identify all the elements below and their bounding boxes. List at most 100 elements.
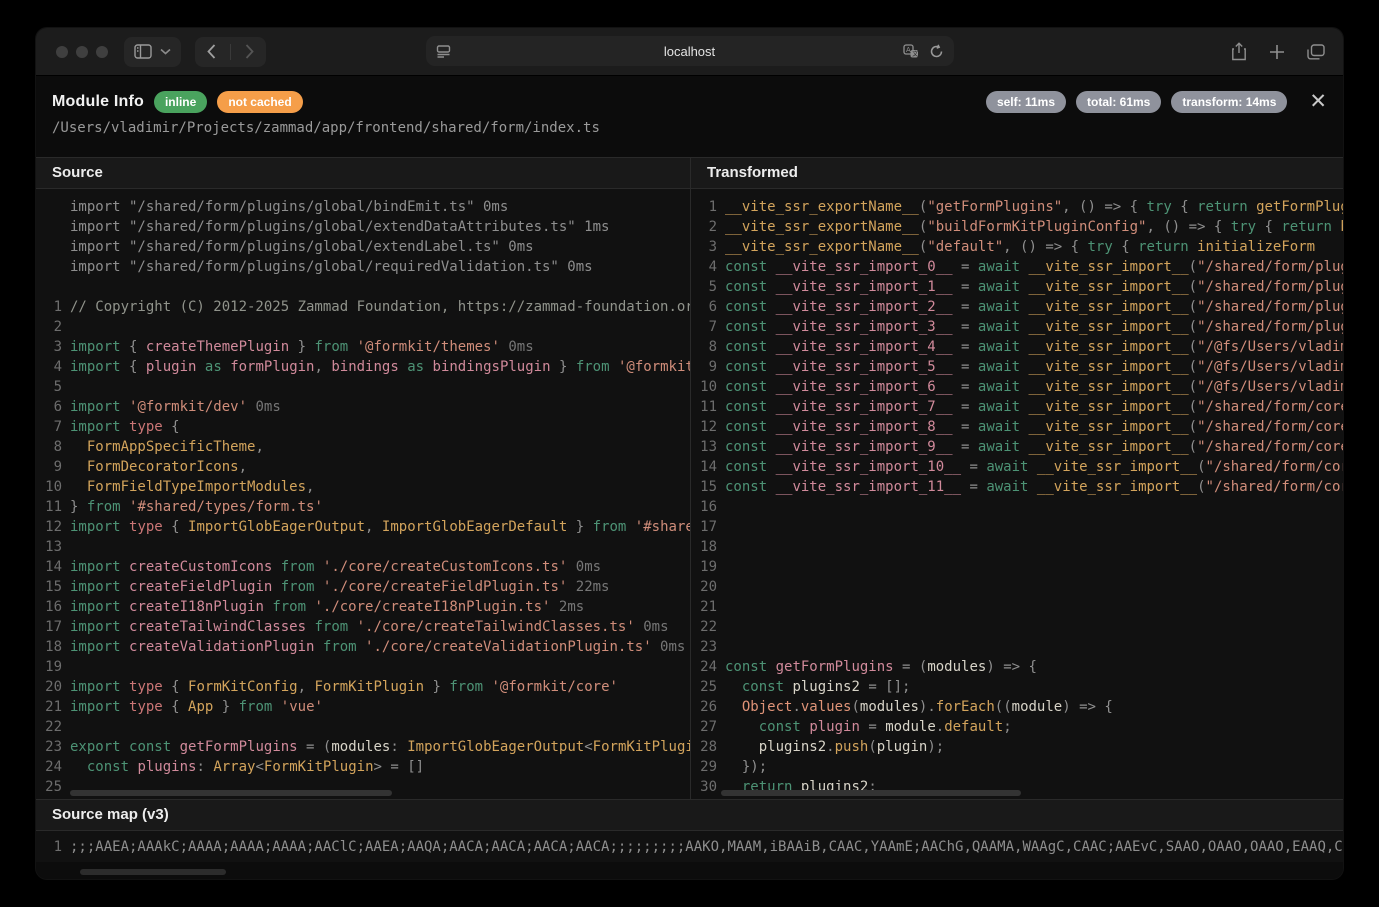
code-line: 1// Copyright (C) 2012-2025 Zammad Found…: [36, 297, 690, 317]
code-line: 22: [36, 717, 690, 737]
back-button[interactable]: [207, 44, 216, 59]
code-line: 15import createFieldPlugin from './core/…: [36, 577, 690, 597]
reload-icon[interactable]: [929, 44, 944, 59]
code-line: 3import { createThemePlugin } from '@for…: [36, 337, 690, 357]
sidebar-icon[interactable]: [134, 44, 152, 59]
source-hscrollbar[interactable]: [70, 790, 392, 796]
timing-badge: transform: 14ms: [1171, 91, 1287, 113]
code-line: 20import type { FormKitConfig, FormKitPl…: [36, 677, 690, 697]
sourcemap-title: Source map (v3): [36, 799, 1343, 831]
page-title: Module Info: [52, 93, 144, 111]
code-line: 16: [691, 497, 1343, 517]
code-line: 25 const plugins2 = [];: [691, 677, 1343, 697]
nav-divider: [230, 44, 231, 60]
source-code-area: import "/shared/form/plugins/global/bind…: [36, 189, 690, 799]
timing-badge: self: 11ms: [986, 91, 1066, 113]
status-badge: not cached: [217, 91, 302, 113]
code-line: 2__vite_ssr_exportName__("buildFormKitPl…: [691, 217, 1343, 237]
source-panel-title: Source: [36, 158, 690, 189]
source-panel: Source import "/shared/form/plugins/glob…: [36, 158, 690, 799]
code-line: import "/shared/form/plugins/global/bind…: [36, 197, 690, 217]
code-line: 8 FormAppSpecificTheme,: [36, 437, 690, 457]
code-line: 21: [691, 597, 1343, 617]
code-line: 19: [36, 657, 690, 677]
sourcemap-line-number: 1: [36, 837, 70, 857]
code-line: 8const __vite_ssr_import_4__ = await __v…: [691, 337, 1343, 357]
code-line: 7const __vite_ssr_import_3__ = await __v…: [691, 317, 1343, 337]
code-line: 14const __vite_ssr_import_10__ = await _…: [691, 457, 1343, 477]
browser-window: localhost A 文: [36, 28, 1343, 879]
module-badges: inline not cached: [144, 93, 303, 111]
close-icon[interactable]: ✕: [1309, 91, 1327, 112]
page-hscrollbar[interactable]: [80, 869, 226, 875]
forward-button[interactable]: [245, 44, 254, 59]
code-line: 12import type { ImportGlobEagerOutput, I…: [36, 517, 690, 537]
share-icon[interactable]: [1231, 42, 1247, 61]
zoom-window-button[interactable]: [96, 46, 108, 58]
url-text[interactable]: localhost: [426, 44, 954, 59]
code-line: import "/shared/form/plugins/global/exte…: [36, 237, 690, 257]
code-line: 18import createValidationPlugin from './…: [36, 637, 690, 657]
traffic-lights: [56, 46, 108, 58]
code-line: 16import createI18nPlugin from './core/c…: [36, 597, 690, 617]
code-line: 28 plugins2.push(plugin);: [691, 737, 1343, 757]
timing-badges: self: 11ms total: 61ms transform: 14ms: [976, 93, 1287, 111]
transformed-code-area: 1__vite_ssr_exportName__("getFormPlugins…: [691, 189, 1343, 799]
code-line: [36, 277, 690, 297]
code-line: 17import createTailwindClasses from './c…: [36, 617, 690, 637]
code-line: 10 FormFieldTypeImportModules,: [36, 477, 690, 497]
code-line: 14import createCustomIcons from './core/…: [36, 557, 690, 577]
close-window-button[interactable]: [56, 46, 68, 58]
code-line: 13const __vite_ssr_import_9__ = await __…: [691, 437, 1343, 457]
code-line: 11const __vite_ssr_import_7__ = await __…: [691, 397, 1343, 417]
code-line: 1__vite_ssr_exportName__("getFormPlugins…: [691, 197, 1343, 217]
transformed-hscrollbar[interactable]: [721, 790, 1021, 796]
window-bottom-strip: [36, 862, 1343, 879]
code-line: import "/shared/form/plugins/global/requ…: [36, 257, 690, 277]
new-tab-icon[interactable]: [1269, 44, 1285, 60]
code-line: 2: [36, 317, 690, 337]
svg-text:文: 文: [912, 50, 918, 58]
tab-overview-icon[interactable]: [1307, 44, 1325, 60]
code-line: 7import type {: [36, 417, 690, 437]
browser-toolbar: localhost A 文: [36, 28, 1343, 76]
sidebar-button-group: [124, 37, 181, 67]
code-panels: Source import "/shared/form/plugins/glob…: [36, 157, 1343, 799]
minimize-window-button[interactable]: [76, 46, 88, 58]
code-line: 24const getFormPlugins = (modules) => {: [691, 657, 1343, 677]
module-info-section: Module Info inline not cached self: 11ms t…: [36, 76, 1343, 157]
timing-badge: total: 61ms: [1076, 91, 1161, 113]
transformed-panel-title: Transformed: [691, 158, 1343, 189]
translate-icon[interactable]: A 文: [903, 44, 919, 58]
code-line: 5const __vite_ssr_import_1__ = await __v…: [691, 277, 1343, 297]
code-line: 10const __vite_ssr_import_6__ = await __…: [691, 377, 1343, 397]
code-line: 4const __vite_ssr_import_0__ = await __v…: [691, 257, 1343, 277]
code-line: 5: [36, 377, 690, 397]
code-line: 19: [691, 557, 1343, 577]
module-path: /Users/vladimir/Projects/zammad/app/fron…: [52, 120, 1327, 136]
address-bar[interactable]: localhost A 文: [426, 36, 954, 66]
code-line: 6const __vite_ssr_import_2__ = await __v…: [691, 297, 1343, 317]
code-line: 12const __vite_ssr_import_8__ = await __…: [691, 417, 1343, 437]
code-line: import "/shared/form/plugins/global/exte…: [36, 217, 690, 237]
code-line: 23export const getFormPlugins = (modules…: [36, 737, 690, 757]
transformed-panel: Transformed 1__vite_ssr_exportName__("ge…: [690, 158, 1343, 799]
svg-text:A: A: [906, 47, 911, 54]
code-line: 13: [36, 537, 690, 557]
sourcemap-mappings: ;;;AAEA;AAAkC;AAAA;AAAA;AAAA;AAClC;AAEA;…: [70, 837, 1343, 857]
nav-button-group: [195, 37, 266, 67]
chevron-down-icon[interactable]: [160, 48, 171, 55]
code-line: 22: [691, 617, 1343, 637]
code-line: 18: [691, 537, 1343, 557]
status-badge: inline: [154, 91, 207, 113]
code-line: 6import '@formkit/dev' 0ms: [36, 397, 690, 417]
code-line: 9const __vite_ssr_import_5__ = await __v…: [691, 357, 1343, 377]
code-line: 17: [691, 517, 1343, 537]
code-line: 20: [691, 577, 1343, 597]
code-line: 11} from '#shared/types/form.ts': [36, 497, 690, 517]
code-line: 27 const plugin = module.default;: [691, 717, 1343, 737]
code-line: 24 const plugins: Array<FormKitPlugin> =…: [36, 757, 690, 777]
code-line: 26 Object.values(modules).forEach((modul…: [691, 697, 1343, 717]
code-line: 9 FormDecoratorIcons,: [36, 457, 690, 477]
code-line: 4import { plugin as formPlugin, bindings…: [36, 357, 690, 377]
